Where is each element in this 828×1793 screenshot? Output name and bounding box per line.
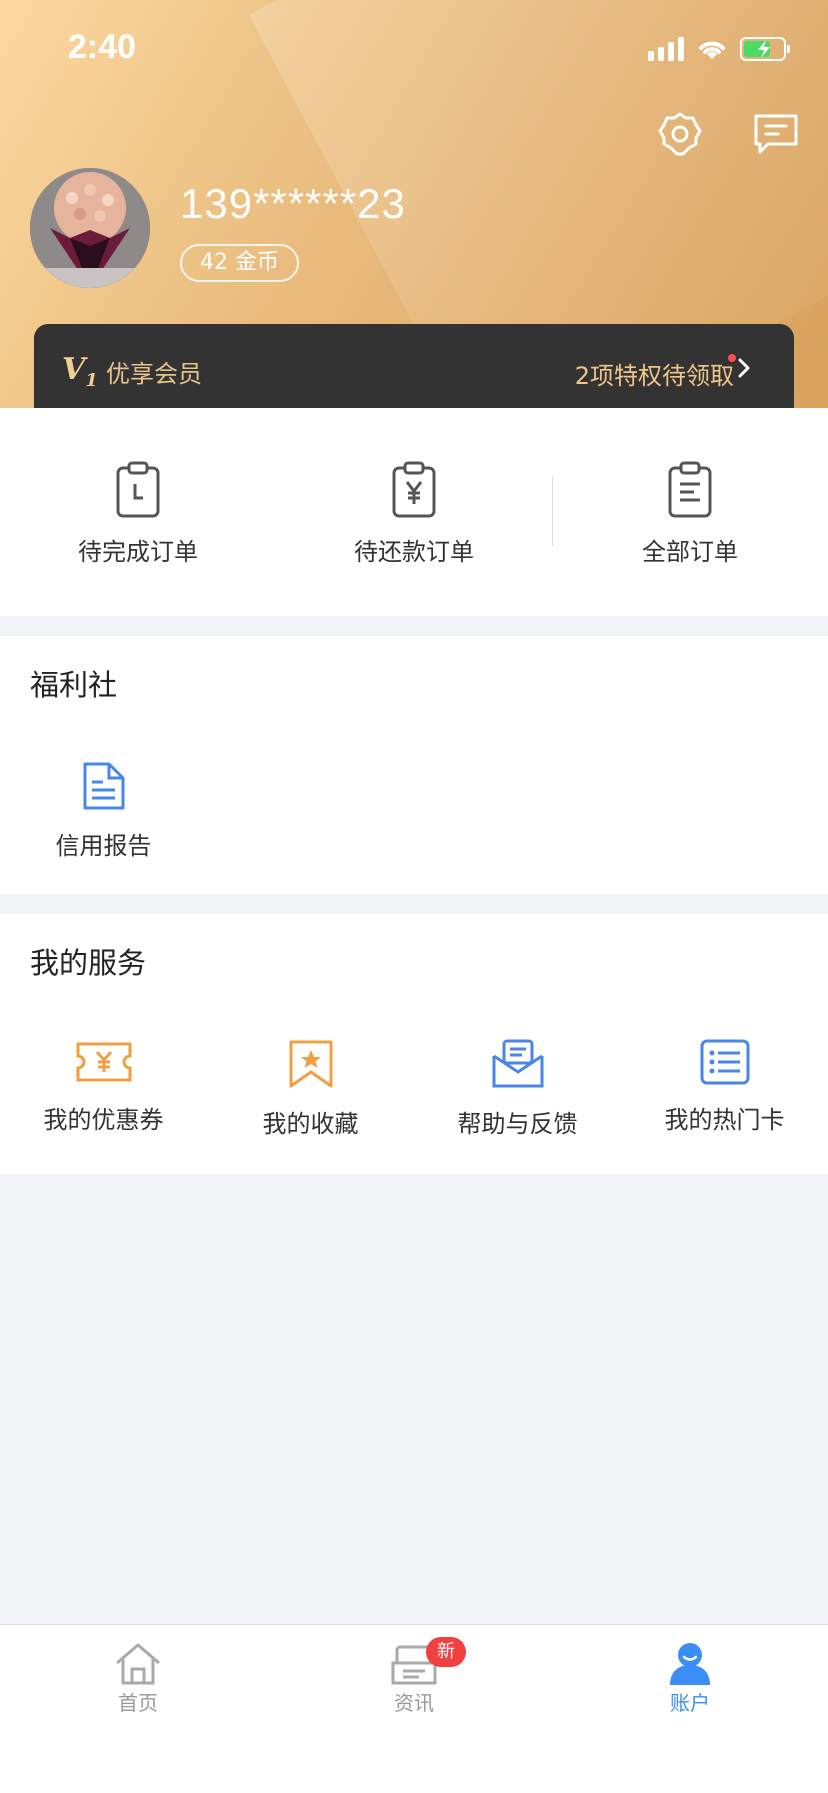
order-label: 待完成订单 (78, 538, 198, 566)
welfare-title: 福利社 (30, 668, 118, 702)
welfare-section: 福利社 信用报告 (0, 636, 828, 894)
member-label: 优享会员 (106, 360, 202, 388)
order-label: 待还款订单 (354, 538, 474, 566)
home-icon (116, 1643, 160, 1685)
coupon-icon (76, 1042, 131, 1082)
service-label: 我的热门卡 (664, 1106, 785, 1134)
tab-label: 资讯 (394, 1691, 434, 1715)
service-label: 我的收藏 (262, 1110, 359, 1138)
member-bar[interactable]: V1 优享会员 2项特权待领取 (34, 324, 794, 408)
orders-card: 待完成订单 待还款订单 全部订单 (0, 408, 828, 616)
signal-icon (648, 37, 684, 61)
clipboard-yen-icon (392, 461, 436, 518)
battery-charging-icon (740, 37, 790, 61)
pending-orders[interactable]: 待完成订单 (0, 460, 276, 567)
status-time: 2:40 (68, 28, 137, 66)
credit-report-item[interactable]: 信用报告 (0, 760, 207, 861)
tab-home[interactable]: 首页 (0, 1641, 276, 1716)
profile-header: 2:40 139******23 42 金币 V1 优享会员 2项特权待领取 (0, 0, 828, 408)
tab-account[interactable]: 账户 (552, 1641, 828, 1716)
clipboard-clock-icon (116, 461, 160, 518)
all-orders[interactable]: 全部订单 (552, 460, 828, 567)
tab-label: 首页 (118, 1691, 158, 1715)
coin-badge[interactable]: 42 金币 (180, 244, 299, 282)
my-favorites-item[interactable]: 我的收藏 (207, 1038, 414, 1139)
services-title: 我的服务 (30, 946, 147, 980)
wifi-icon (699, 41, 725, 59)
avatar[interactable] (30, 168, 150, 288)
chevron-right-icon (738, 358, 750, 378)
document-icon (83, 762, 124, 810)
account-icon (670, 1643, 710, 1685)
avatar-bouquet-image (30, 168, 150, 288)
services-section: 我的服务 我的优惠券 我的收藏 帮助与反馈 我的热门卡 (0, 914, 828, 1174)
new-badge: 新 (426, 1637, 466, 1667)
welfare-item-label: 信用报告 (55, 832, 152, 860)
perks-text: 2项特权待领取 (574, 362, 734, 390)
message-icon[interactable] (752, 110, 800, 158)
user-phone: 139******23 (180, 180, 406, 227)
bookmark-star-icon (289, 1040, 332, 1088)
settings-gear-icon[interactable] (656, 110, 704, 158)
hot-cards-item[interactable]: 我的热门卡 (621, 1038, 828, 1135)
repayment-orders[interactable]: 待还款订单 (276, 460, 552, 567)
clipboard-list-icon (668, 461, 712, 518)
tab-bar: 首页 新 资讯 账户 (0, 1624, 828, 1793)
my-coupons-item[interactable]: 我的优惠券 (0, 1038, 207, 1135)
order-label: 全部订单 (642, 538, 738, 566)
card-list-icon (700, 1039, 749, 1085)
tab-news[interactable]: 新 资讯 (276, 1637, 552, 1716)
help-feedback-item[interactable]: 帮助与反馈 (414, 1038, 621, 1139)
tab-label: 账户 (670, 1691, 710, 1715)
help-envelope-icon (492, 1039, 543, 1088)
service-label: 帮助与反馈 (457, 1110, 578, 1138)
status-icons (648, 34, 792, 64)
vip-level-logo: V1 (62, 352, 98, 391)
service-label: 我的优惠券 (43, 1106, 164, 1134)
